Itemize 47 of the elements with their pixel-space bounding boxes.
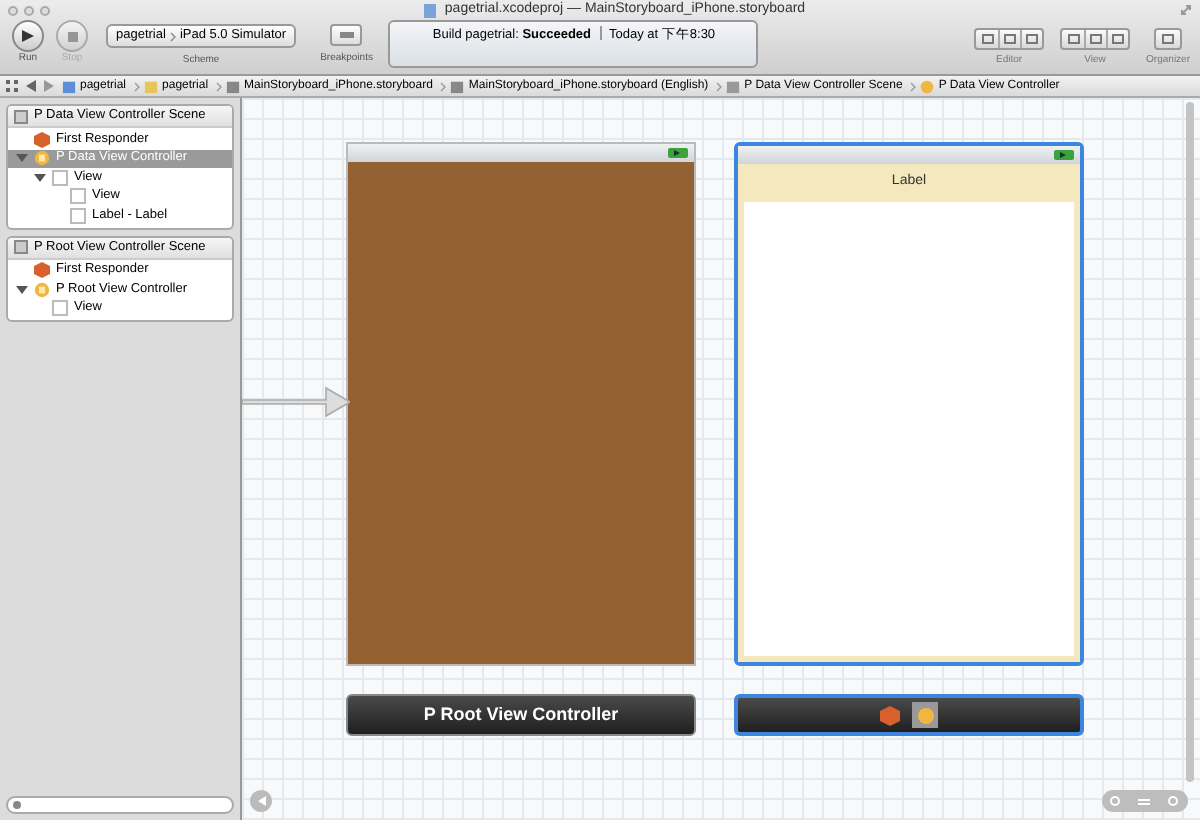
- left-arrow-icon: [257, 796, 265, 806]
- chevron-icon: [134, 81, 141, 91]
- segmented-control[interactable]: [974, 28, 1045, 50]
- scroll-left-button[interactable]: [250, 790, 272, 812]
- controller-dock-icon: [912, 702, 938, 728]
- organizer-button[interactable]: [1154, 28, 1183, 50]
- segmented-control[interactable]: [1060, 28, 1131, 50]
- circle-icon: [34, 281, 50, 298]
- zoom-in-icon[interactable]: [1167, 795, 1180, 807]
- chevron-icon: [216, 81, 223, 91]
- filter-field[interactable]: [6, 796, 234, 814]
- document-icon: [450, 79, 465, 93]
- document-icon: [424, 3, 437, 17]
- scene-icon: [14, 109, 28, 123]
- zoom-out-icon[interactable]: [1110, 795, 1123, 807]
- run-button[interactable]: [12, 20, 44, 52]
- folder-icon: [144, 79, 159, 93]
- document-icon: [226, 79, 241, 93]
- cube-icon: [34, 131, 50, 148]
- filter-icon: [12, 800, 22, 810]
- chevron-icon: [716, 81, 723, 91]
- circle-icon: [34, 150, 50, 167]
- scene-dock[interactable]: P Root View Controller: [346, 694, 696, 736]
- disclosure-triangle-icon[interactable]: [16, 283, 28, 296]
- chevron-icon: [169, 31, 176, 41]
- breakpoint-icon: [339, 32, 354, 38]
- scene-dock[interactable]: [734, 694, 1084, 736]
- chevron-icon: [440, 81, 447, 91]
- separator-line: [599, 26, 602, 40]
- actual-size-icon[interactable]: [1138, 795, 1151, 807]
- breakpoints-button[interactable]: [330, 24, 363, 46]
- dock-title: P Root View Controller: [423, 701, 619, 728]
- project-icon: [62, 79, 76, 93]
- circle-icon: [920, 79, 935, 93]
- forward-icon[interactable]: [44, 80, 54, 92]
- chevron-icon: [910, 81, 917, 91]
- stop-icon: [67, 31, 77, 41]
- play-icon: [22, 30, 34, 42]
- cube-icon: [34, 262, 50, 279]
- view-icon: [52, 300, 68, 317]
- zoom-control[interactable]: [1102, 790, 1188, 812]
- grid-icon[interactable]: [6, 80, 18, 92]
- organizer-icon: [1162, 34, 1175, 44]
- scene-icon: [726, 79, 741, 93]
- back-icon[interactable]: [26, 80, 36, 92]
- scene-icon: [14, 240, 28, 254]
- cube-icon: [880, 705, 900, 725]
